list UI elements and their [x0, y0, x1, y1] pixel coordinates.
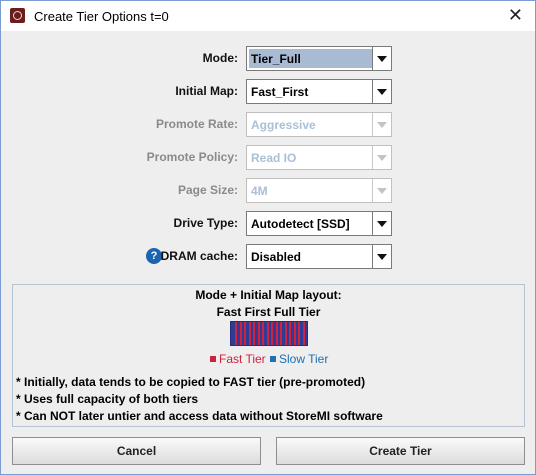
- promote-policy-row: Promote Policy: Read IO: [1, 143, 535, 171]
- layout-note: * Can NOT later untier and access data w…: [16, 409, 383, 423]
- dram-cache-label: DRAM cache:: [160, 249, 238, 263]
- chevron-down-icon[interactable]: [372, 80, 391, 103]
- title-bar: Create Tier Options t=0 ✕: [1, 1, 535, 31]
- chevron-down-icon[interactable]: [372, 245, 391, 268]
- cancel-button[interactable]: Cancel: [12, 437, 261, 465]
- window-title: Create Tier Options t=0: [34, 9, 169, 24]
- fast-tier-stripe: [249, 322, 251, 345]
- fast-tier-stripe: [285, 322, 287, 345]
- page-size-dropdown: 4M: [246, 178, 392, 203]
- app-icon: [10, 8, 25, 23]
- dram-cache-dropdown[interactable]: Disabled: [246, 244, 392, 269]
- fast-tier-stripe: [267, 322, 269, 345]
- fast-tier-stripe: [294, 322, 296, 345]
- fast-tier-stripe: [262, 322, 264, 345]
- chevron-down-icon[interactable]: [372, 212, 391, 235]
- slow-tier-label: Slow Tier: [279, 352, 329, 366]
- initial-map-dropdown[interactable]: Fast_First: [246, 79, 392, 104]
- layout-name: Fast First Full Tier: [216, 305, 321, 319]
- layout-note: * Uses full capacity of both tiers: [16, 392, 199, 406]
- initial-map-label: Initial Map:: [175, 84, 238, 98]
- help-icon[interactable]: ?: [146, 248, 162, 264]
- create-tier-dialog: Create Tier Options t=0 ✕ Mode: Tier_Ful…: [0, 0, 536, 475]
- promote-policy-label: Promote Policy:: [146, 150, 238, 164]
- promote-rate-label: Promote Rate:: [155, 117, 238, 131]
- layout-note: * Initially, data tends to be copied to …: [16, 375, 366, 389]
- mode-dropdown[interactable]: Tier_Full: [246, 46, 392, 71]
- layout-panel-title: Mode + Initial Map layout:: [195, 288, 342, 302]
- drive-type-dropdown[interactable]: Autodetect [SSD]: [246, 211, 392, 236]
- create-tier-button[interactable]: Create Tier: [276, 437, 525, 465]
- dram-cache-value: Disabled: [251, 250, 302, 264]
- drive-type-value: Autodetect [SSD]: [251, 217, 350, 231]
- initial-map-row: Initial Map: Fast_First: [1, 77, 535, 105]
- chevron-down-icon: [372, 146, 391, 169]
- fast-tier-stripe: [298, 322, 300, 345]
- legend-fast-tier: Fast Tier: [210, 352, 266, 366]
- fast-tier-stripe: [280, 322, 282, 345]
- mode-label: Mode:: [202, 51, 238, 65]
- promote-rate-row: Promote Rate: Aggressive: [1, 110, 535, 138]
- page-size-label: Page Size:: [177, 183, 238, 197]
- chevron-down-icon: [372, 179, 391, 202]
- chevron-down-icon[interactable]: [372, 47, 391, 70]
- fast-tier-label: Fast Tier: [219, 352, 266, 366]
- fast-tier-stripe: [253, 322, 255, 345]
- mode-row: Mode: Tier_Full: [1, 44, 535, 72]
- fast-tier-stripe: [289, 322, 291, 345]
- dram-cache-row: ? DRAM cache: Disabled: [1, 242, 535, 270]
- fast-tier-stripe: [244, 322, 246, 345]
- chevron-down-icon: [372, 113, 391, 136]
- slow-tier-swatch: [270, 356, 276, 362]
- drive-type-row: Drive Type: Autodetect [SSD]: [1, 209, 535, 237]
- page-size-row: Page Size: 4M: [1, 176, 535, 204]
- fast-tier-stripe: [240, 322, 242, 345]
- initial-map-value: Fast_First: [251, 85, 309, 99]
- tier-layout-bar: [230, 321, 308, 346]
- fast-tier-swatch: [210, 356, 216, 362]
- fast-tier-stripe: [235, 322, 237, 345]
- layout-panel: Mode + Initial Map layout: Fast First Fu…: [12, 284, 525, 427]
- promote-policy-value: Read IO: [251, 151, 297, 165]
- fast-tier-stripe: [271, 322, 273, 345]
- promote-rate-dropdown: Aggressive: [246, 112, 392, 137]
- mode-value: Tier_Full: [251, 52, 301, 66]
- promote-policy-dropdown: Read IO: [246, 145, 392, 170]
- fast-tier-stripe: [276, 322, 278, 345]
- fast-tier-stripe: [258, 322, 260, 345]
- close-icon[interactable]: ✕: [508, 5, 523, 25]
- promote-rate-value: Aggressive: [251, 118, 316, 132]
- legend-slow-tier: Slow Tier: [270, 352, 328, 366]
- drive-type-label: Drive Type:: [173, 216, 238, 230]
- fast-tier-stripe: [303, 322, 305, 345]
- page-size-value: 4M: [251, 184, 268, 198]
